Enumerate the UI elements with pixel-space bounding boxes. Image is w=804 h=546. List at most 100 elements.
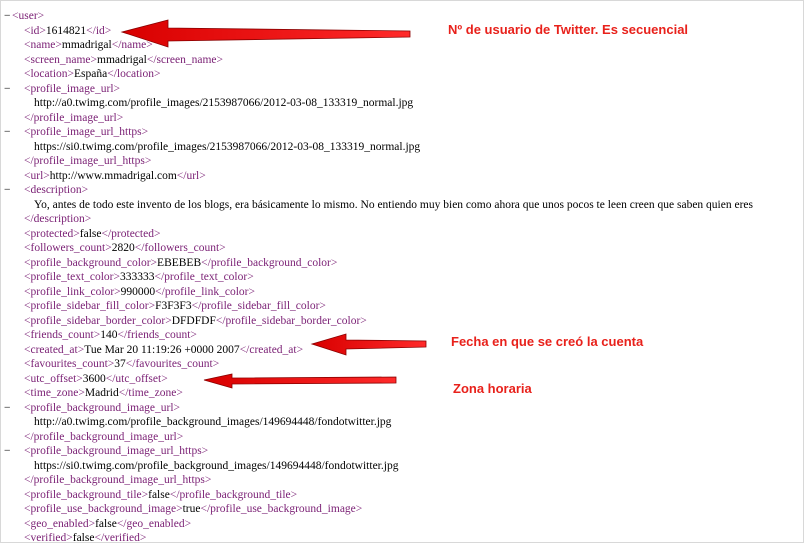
xml-open-tag: <user> — [12, 10, 45, 22]
xml-text-value: F3F3F3 — [155, 300, 192, 312]
xml-text-value: 1614821 — [45, 24, 87, 37]
xml-close-tag: </verified> — [94, 532, 147, 544]
xml-open-tag: <profile_image_url> — [24, 82, 120, 95]
xml-close-tag: </profile_sidebar_border_color> — [215, 314, 367, 327]
xml-open-tag: <friends_count> — [24, 329, 101, 341]
xml-line: <followers_count>2820</followers_count> — [0, 241, 800, 256]
xml-open-tag: <protected> — [24, 227, 80, 240]
xml-line: </profile_background_image_url> — [0, 430, 800, 445]
xml-line: <favourites_count>37</favourites_count> — [0, 357, 800, 372]
annotation-id-note: Nº de usuario de Twitter. Es secuencial — [448, 22, 689, 37]
xml-close-tag: </url> — [176, 169, 206, 182]
xml-open-tag: <utc_offset> — [24, 372, 83, 385]
xml-open-tag: <description> — [24, 184, 89, 196]
xml-text-value: mmadrigal — [97, 53, 147, 66]
xml-open-tag: <profile_link_color> — [24, 285, 121, 298]
xml-text-value: 37 — [114, 358, 126, 370]
xml-line: http://a0.twimg.com/profile_images/21539… — [0, 96, 800, 111]
xml-text-value: false — [79, 227, 102, 240]
xml-line: Yo, antes de todo este invento de los bl… — [0, 198, 800, 213]
collapse-toggle[interactable]: − — [4, 125, 12, 140]
xml-line: <protected>false</protected> — [0, 227, 800, 242]
xml-close-tag: </created_at> — [239, 343, 304, 356]
xml-text-value: Madrid — [84, 387, 119, 399]
xml-close-tag: </screen_name> — [146, 53, 224, 66]
xml-text-value: España — [74, 68, 108, 80]
xml-close-tag: </profile_background_image_url> — [24, 430, 184, 443]
xml-line: </description> — [0, 212, 800, 227]
xml-open-tag: <followers_count> — [24, 242, 112, 254]
xml-open-tag: <profile_sidebar_fill_color> — [24, 300, 156, 312]
xml-close-tag: </profile_text_color> — [154, 271, 254, 283]
xml-line: </profile_background_image_url_https> — [0, 473, 800, 488]
collapse-toggle[interactable]: − — [4, 444, 12, 459]
xml-close-tag: </profile_background_tile> — [169, 488, 298, 501]
xml-open-tag: <profile_sidebar_border_color> — [24, 314, 172, 327]
xml-text-value: 333333 — [120, 271, 155, 283]
xml-open-tag: <screen_name> — [24, 53, 97, 66]
xml-text-value: false — [72, 532, 95, 544]
xml-text-value: https://si0.twimg.com/profile_images/215… — [34, 140, 421, 153]
xml-text-value: http://www.mmadrigal.com — [49, 169, 177, 182]
xml-close-tag: </profile_sidebar_fill_color> — [191, 300, 326, 312]
xml-line: <friends_count>140</friends_count> — [0, 328, 800, 343]
xml-open-tag: <profile_background_image_url_https> — [24, 445, 209, 457]
xml-open-tag: <profile_background_tile> — [24, 488, 149, 501]
xml-open-tag: <verified> — [24, 532, 73, 544]
xml-close-tag: </utc_offset> — [105, 372, 168, 385]
xml-close-tag: </followers_count> — [134, 242, 226, 254]
xml-line: https://si0.twimg.com/profile_images/215… — [0, 140, 800, 155]
xml-text-value: DFDFDF — [171, 314, 216, 327]
xml-line: <profile_link_color>990000</profile_link… — [0, 285, 800, 300]
xml-line: <verified>false</verified> — [0, 531, 800, 546]
xml-line: <profile_sidebar_fill_color>F3F3F3</prof… — [0, 299, 800, 314]
xml-close-tag: </profile_use_background_image> — [200, 503, 363, 515]
xml-close-tag: </profile_background_image_url_https> — [24, 474, 212, 486]
xml-open-tag: <location> — [24, 68, 75, 80]
collapse-toggle[interactable]: − — [4, 82, 12, 97]
xml-line: <location>España</location> — [0, 67, 800, 82]
xml-close-tag: </id> — [86, 24, 112, 37]
xml-text-value: mmadrigal — [61, 39, 112, 51]
xml-open-tag: <profile_background_color> — [24, 256, 158, 269]
xml-line: http://a0.twimg.com/profile_background_i… — [0, 415, 800, 430]
xml-text-value: false — [95, 517, 117, 530]
xml-line: <profile_sidebar_border_color>DFDFDF</pr… — [0, 314, 800, 329]
xml-open-tag: <time_zone> — [24, 387, 85, 399]
xml-text-value: 140 — [100, 329, 118, 341]
xml-text-value: Yo, antes de todo este invento de los bl… — [34, 198, 753, 211]
xml-line: − <profile_image_url> — [0, 82, 800, 97]
xml-open-tag: <profile_background_image_url> — [24, 401, 181, 414]
annotation-timezone-note: Zona horaria — [453, 381, 532, 396]
xml-close-tag: </profile_link_color> — [155, 285, 255, 298]
xml-open-tag: <id> — [24, 24, 46, 37]
xml-line: <created_at>Tue Mar 20 11:19:26 +0000 20… — [0, 343, 800, 358]
annotation-created-note: Fecha en que se creó la cuenta — [451, 334, 644, 349]
collapse-toggle[interactable]: − — [4, 183, 12, 198]
xml-line: <geo_enabled>false</geo_enabled> — [0, 517, 800, 532]
xml-line: </profile_image_url_https> — [0, 154, 800, 169]
xml-line: <profile_background_tile>false</profile_… — [0, 488, 800, 503]
xml-open-tag: <profile_use_background_image> — [24, 503, 183, 515]
collapse-toggle[interactable]: − — [4, 401, 12, 416]
xml-close-tag: </location> — [107, 68, 161, 80]
xml-close-tag: </geo_enabled> — [116, 517, 192, 530]
xml-open-tag: <favourites_count> — [24, 358, 115, 370]
xml-text-value: EBEBEB — [157, 256, 202, 269]
collapse-toggle[interactable]: − — [4, 9, 12, 24]
xml-open-tag: <geo_enabled> — [24, 517, 96, 530]
xml-close-tag: </friends_count> — [117, 329, 197, 341]
xml-open-tag: <profile_text_color> — [24, 271, 120, 283]
xml-text-value: http://a0.twimg.com/profile_images/21539… — [34, 97, 414, 109]
xml-text-value: true — [182, 503, 201, 515]
xml-text-value: 3600 — [82, 372, 106, 385]
xml-open-tag: <profile_image_url_https> — [24, 126, 149, 138]
xml-line: <profile_background_color>EBEBEB</profil… — [0, 256, 800, 271]
xml-line: <screen_name>mmadrigal</screen_name> — [0, 53, 800, 68]
xml-close-tag: </favourites_count> — [125, 358, 220, 370]
xml-close-tag: </description> — [24, 213, 92, 225]
xml-open-tag: <created_at> — [24, 343, 85, 356]
xml-close-tag: </protected> — [101, 227, 161, 240]
xml-text-value: http://a0.twimg.com/profile_background_i… — [34, 416, 392, 428]
xml-line: − <profile_background_image_url> — [0, 401, 800, 416]
